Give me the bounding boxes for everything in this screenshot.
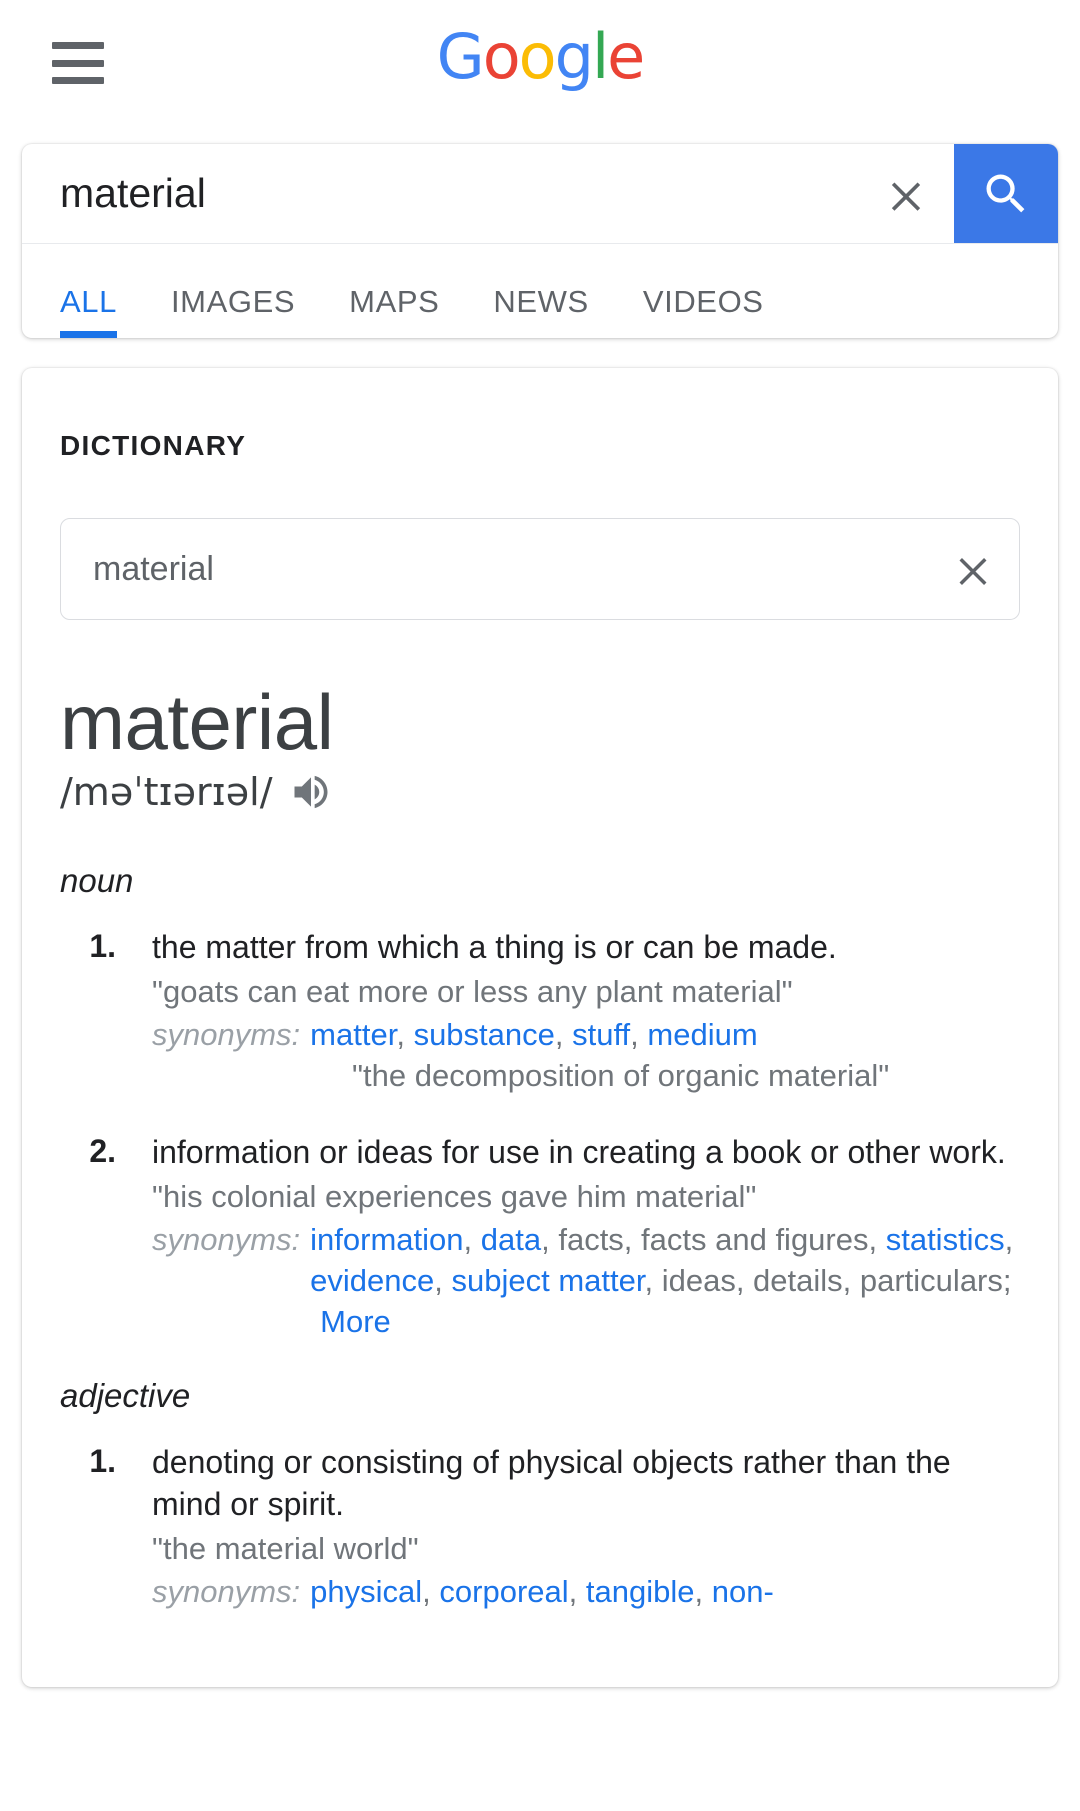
synonym-link[interactable]: subject matter [452, 1263, 645, 1298]
clear-search-button[interactable] [858, 144, 954, 243]
definition-example: "the material world" [152, 1531, 419, 1567]
sense-body: denoting or consisting of physical objec… [122, 1441, 1020, 1613]
tab-videos[interactable]: VIDEOS [643, 284, 764, 338]
logo-letter-G: G [436, 20, 485, 93]
logo-letter-l: l [591, 20, 609, 93]
logo-letter-o1: o [482, 20, 521, 93]
sense-number: 1. [89, 1442, 116, 1479]
search-tabs: ALL IMAGES MAPS NEWS VIDEOS [22, 244, 1058, 338]
phonetic-row: /məˈtɪərɪəl/ [60, 770, 1020, 814]
sense-noun-2: 2. information or ideas for use in creat… [60, 1131, 1020, 1343]
search-row [22, 144, 1058, 244]
synonym-link[interactable]: information [310, 1222, 463, 1257]
tab-images[interactable]: IMAGES [171, 284, 295, 338]
synonym-link[interactable]: medium [647, 1017, 757, 1052]
speaker-glyph [294, 775, 328, 808]
synonyms-list: information, data, facts, facts and figu… [310, 1221, 1014, 1339]
synonyms-row: synonyms: physical, corporeal, tangible,… [152, 1572, 1020, 1613]
top-bar: Google [0, 0, 1080, 128]
dictionary-clear-button[interactable] [927, 519, 1019, 619]
tab-maps[interactable]: MAPS [349, 284, 439, 338]
synonyms-row: synonyms: information, data, facts, fact… [152, 1220, 1020, 1343]
close-icon [891, 181, 921, 211]
logo-letter-e: e [607, 20, 645, 93]
synonym-link[interactable]: corporeal [439, 1574, 568, 1609]
synonym-link[interactable]: tangible [586, 1574, 695, 1609]
definition-example: "his colonial experiences gave him mater… [152, 1179, 757, 1215]
sense-number: 2. [89, 1132, 116, 1169]
logo-letter-g: g [554, 20, 594, 93]
synonyms-more-link[interactable]: More [310, 1304, 391, 1339]
synonyms-list: matter, substance, stuff, medium [310, 1017, 758, 1053]
synonym-link[interactable]: stuff [572, 1017, 630, 1052]
dictionary-word-search [60, 518, 1020, 620]
definition-text: information or ideas for use in creating… [152, 1133, 1006, 1170]
synonym-example: "the decomposition of organic material" [352, 1057, 890, 1093]
synonyms-label: synonyms: [152, 1017, 301, 1053]
tab-all[interactable]: ALL [60, 284, 117, 338]
synonym-link[interactable]: non- [712, 1574, 774, 1609]
search-card: ALL IMAGES MAPS NEWS VIDEOS [22, 144, 1058, 338]
synonym-link[interactable]: matter [310, 1017, 396, 1052]
close-icon [959, 557, 987, 585]
headword: material [60, 678, 334, 766]
volume-speaker-icon[interactable] [289, 770, 333, 814]
dictionary-section-label: DICTIONARY [60, 430, 247, 461]
part-of-speech-noun: noun [60, 861, 134, 899]
definition-example: "goats can eat more or less any plant ma… [152, 974, 793, 1010]
definition-text: denoting or consisting of physical objec… [152, 1443, 951, 1522]
sense-noun-1: 1. the matter from which a thing is or c… [60, 926, 1020, 1097]
synonyms-row: synonyms: matter, substance, stuff, medi… [152, 1015, 1020, 1056]
synonyms-label: synonyms: [152, 1574, 301, 1610]
synonym-link[interactable]: statistics [886, 1222, 1005, 1257]
synonym-link[interactable]: data [481, 1222, 541, 1257]
dictionary-word-input[interactable] [61, 519, 927, 619]
synonym-link[interactable]: evidence [310, 1263, 434, 1298]
google-logo[interactable]: Google [0, 26, 1080, 88]
synonyms-list: physical, corporeal, tangible, non- [310, 1574, 774, 1610]
sense-number: 1. [89, 927, 116, 964]
synonyms-label: synonyms: [152, 1221, 301, 1257]
dictionary-card: DICTIONARY material /məˈtɪərɪəl/ noun 1.… [22, 368, 1058, 1687]
sense-body: the matter from which a thing is or can … [122, 926, 1020, 1097]
sense-adjective-1: 1. denoting or consisting of physical ob… [60, 1441, 1020, 1613]
definition-text: the matter from which a thing is or can … [152, 928, 837, 965]
phonetic-transcription: /məˈtɪərɪəl/ [60, 769, 273, 814]
sense-body: information or ideas for use in creating… [122, 1131, 1020, 1343]
synonym-link[interactable]: substance [414, 1017, 555, 1052]
part-of-speech-adjective: adjective [60, 1376, 191, 1414]
search-icon [986, 174, 1025, 212]
search-input[interactable] [22, 144, 858, 243]
tab-news[interactable]: NEWS [493, 284, 588, 338]
synonym-link[interactable]: physical [310, 1574, 422, 1609]
search-submit-button[interactable] [954, 144, 1058, 243]
logo-letter-o2: o [518, 20, 557, 93]
